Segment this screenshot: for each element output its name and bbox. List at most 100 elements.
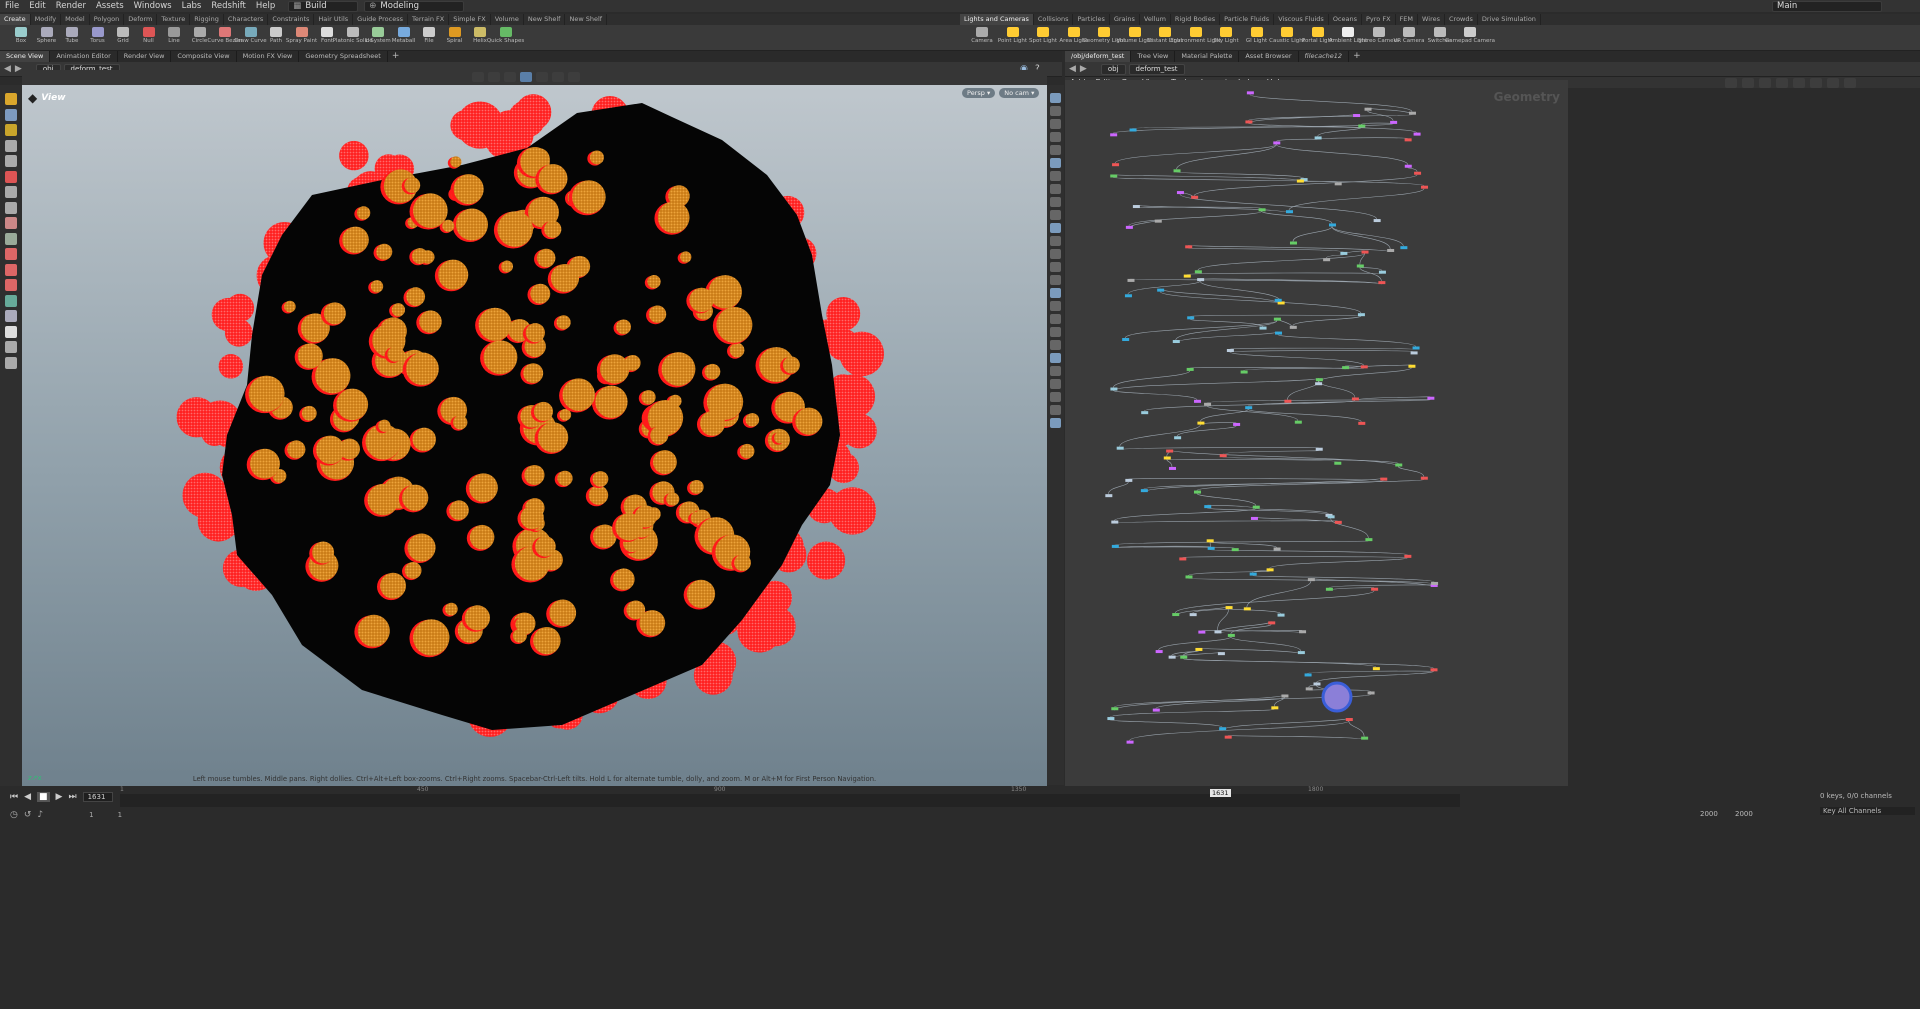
shelf-tab[interactable]: Vellum — [1140, 14, 1171, 25]
shelf-tab[interactable]: Grains — [1110, 14, 1140, 25]
network-node[interactable] — [1166, 449, 1174, 453]
network-node[interactable] — [1351, 397, 1359, 401]
shelf-tab[interactable]: FEM — [1396, 14, 1418, 25]
vertices-mode-icon[interactable] — [536, 72, 548, 82]
shelf-tool[interactable]: GI Light — [1242, 25, 1272, 51]
play-icon[interactable]: ▶ — [56, 792, 63, 802]
network-node[interactable] — [1313, 682, 1321, 686]
network-node[interactable] — [1380, 477, 1388, 481]
shelf-tool[interactable]: Point Light — [998, 25, 1028, 51]
network-node[interactable] — [1373, 219, 1381, 223]
network-node[interactable] — [1243, 607, 1251, 611]
loop-icon[interactable]: ↺ — [24, 810, 32, 820]
network-node[interactable] — [1358, 421, 1366, 425]
network-node[interactable] — [1226, 349, 1234, 353]
network-node[interactable] — [1334, 520, 1342, 524]
menu-file[interactable]: File — [0, 1, 24, 11]
tab-material-palette[interactable]: Material Palette — [1175, 51, 1240, 62]
network-node[interactable] — [1430, 668, 1438, 672]
output-node-icon[interactable] — [1321, 681, 1353, 713]
display-option-icon[interactable] — [1050, 184, 1061, 194]
network-node[interactable] — [1197, 278, 1205, 282]
network-node[interactable] — [1168, 655, 1176, 659]
tab-network[interactable]: /obj/deform_test — [1065, 51, 1132, 62]
list-icon[interactable] — [1776, 78, 1788, 88]
timeline-bar[interactable]: 1 450 900 1350 1800 1631 — [120, 786, 1460, 807]
shelf-tab[interactable]: Model — [61, 14, 90, 25]
display-option-icon[interactable] — [1050, 171, 1061, 181]
display-option-icon[interactable] — [1050, 405, 1061, 415]
network-node[interactable] — [1387, 248, 1395, 252]
network-node[interactable] — [1323, 258, 1331, 262]
shelf-tool[interactable]: Stereo Camera — [1358, 25, 1399, 51]
shelf-tab[interactable]: Modify — [31, 14, 62, 25]
network-node[interactable] — [1294, 420, 1302, 424]
shelf-tool[interactable]: Sky Light — [1211, 25, 1241, 51]
network-node[interactable] — [1154, 219, 1162, 223]
shelf-tool[interactable]: Quick Shapes — [487, 25, 524, 51]
network-node[interactable] — [1169, 466, 1177, 470]
shelf-tab[interactable]: Collisions — [1034, 14, 1074, 25]
network-node[interactable] — [1189, 613, 1197, 617]
shelf-tool[interactable]: Environment Light — [1170, 25, 1221, 51]
network-editor[interactable]: Geometry — [1065, 80, 1568, 786]
network-node[interactable] — [1361, 736, 1369, 740]
shelf-tab[interactable]: Particles — [1073, 14, 1110, 25]
path-root[interactable]: obj — [1100, 63, 1126, 75]
forward-arrow-icon[interactable]: ▶ — [1080, 64, 1087, 74]
first-frame-icon[interactable]: ⏮ — [10, 792, 18, 802]
build-dropdown[interactable]: ▦ Build — [288, 0, 359, 12]
network-node[interactable] — [1204, 402, 1212, 406]
network-node[interactable] — [1111, 520, 1119, 524]
network-node[interactable] — [1105, 494, 1113, 498]
node-graph[interactable] — [1065, 80, 1568, 786]
network-node[interactable] — [1191, 195, 1199, 199]
network-node[interactable] — [1258, 208, 1266, 212]
network-node[interactable] — [1378, 281, 1386, 285]
network-node[interactable] — [1224, 735, 1232, 739]
network-node[interactable] — [1249, 572, 1257, 576]
network-node[interactable] — [1217, 652, 1225, 656]
stop-icon[interactable]: ■ — [37, 792, 50, 802]
shelf-tab[interactable]: Texture — [157, 14, 191, 25]
network-node[interactable] — [1358, 124, 1366, 128]
color-palette-icon[interactable] — [1810, 78, 1822, 88]
network-node[interactable] — [1277, 301, 1285, 305]
network-node[interactable] — [1187, 316, 1195, 320]
network-node[interactable] — [1360, 365, 1368, 369]
network-node[interactable] — [1246, 91, 1254, 95]
display-option-icon[interactable] — [1050, 210, 1061, 220]
network-node[interactable] — [1219, 454, 1227, 458]
network-node[interactable] — [1198, 630, 1206, 634]
realtime-icon[interactable]: ◷ — [10, 810, 18, 820]
network-node[interactable] — [1421, 185, 1429, 189]
key-all-channels-dropdown[interactable]: Key All Channels — [1820, 807, 1915, 815]
end-frame-field[interactable]: 2000 — [1700, 810, 1718, 818]
shelf-tab[interactable]: Viscous Fluids — [1274, 14, 1329, 25]
shelf-tool[interactable]: Spot Light — [1028, 25, 1058, 51]
network-node[interactable] — [1410, 351, 1418, 355]
network-node[interactable] — [1315, 378, 1323, 382]
network-node[interactable] — [1125, 478, 1133, 482]
network-node[interactable] — [1140, 489, 1148, 493]
network-node[interactable] — [1342, 366, 1350, 370]
network-node[interactable] — [1378, 270, 1386, 274]
shelf-tool[interactable]: Gamepad Camera — [1445, 25, 1495, 51]
network-node[interactable] — [1390, 120, 1398, 124]
shelf-tool[interactable]: Geometry Light — [1083, 25, 1125, 51]
network-node[interactable] — [1281, 694, 1289, 698]
network-node[interactable] — [1305, 687, 1313, 691]
grid-icon[interactable] — [1759, 78, 1771, 88]
network-node[interactable] — [1395, 463, 1403, 467]
snap-icon[interactable] — [552, 72, 564, 82]
network-node[interactable] — [1157, 288, 1165, 292]
settings-icon[interactable] — [1844, 78, 1856, 88]
network-node[interactable] — [1304, 673, 1312, 677]
add-tab-icon[interactable]: + — [1349, 51, 1365, 62]
network-node[interactable] — [1180, 655, 1188, 659]
network-node[interactable] — [1315, 447, 1323, 451]
network-node[interactable] — [1357, 313, 1365, 317]
network-node[interactable] — [1266, 568, 1274, 572]
toolbar-tool-icon[interactable] — [5, 232, 17, 245]
shelf-tab[interactable]: Volume — [491, 14, 524, 25]
